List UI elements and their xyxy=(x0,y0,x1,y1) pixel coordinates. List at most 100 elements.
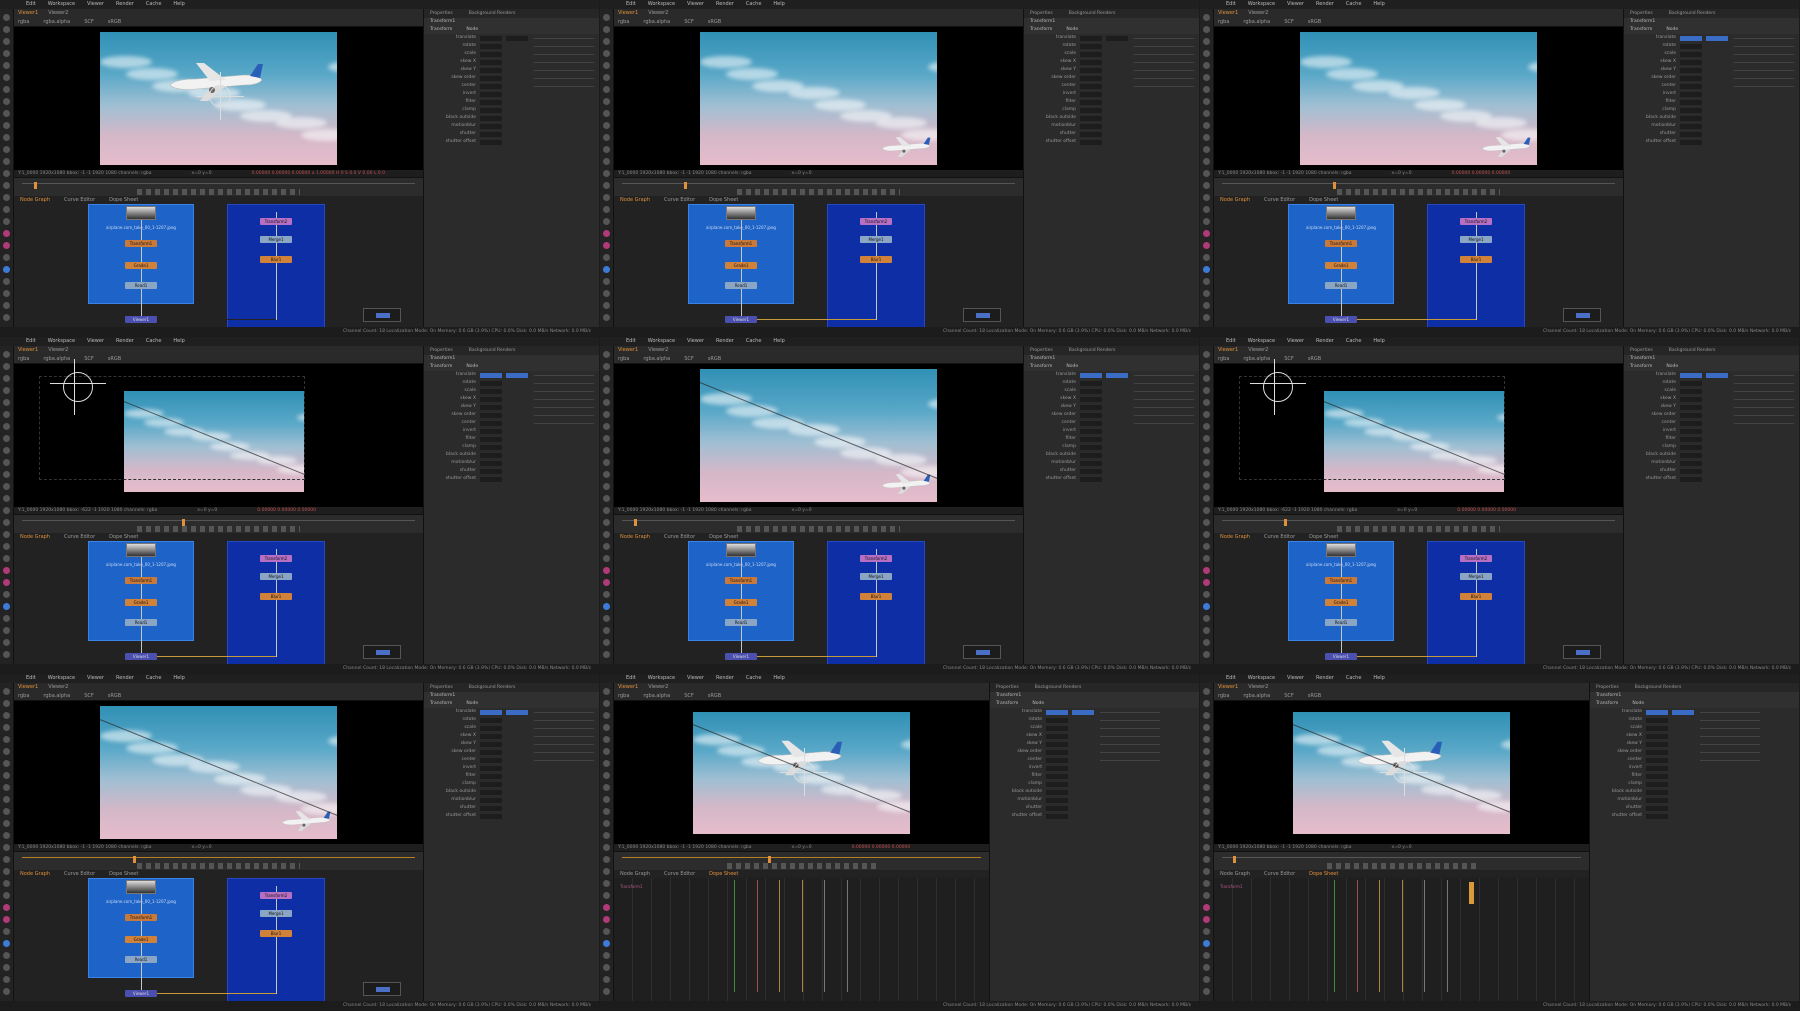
prop-value[interactable] xyxy=(1680,99,1702,105)
tool-icon[interactable] xyxy=(603,627,610,634)
menu-item-render[interactable]: Render xyxy=(116,675,134,681)
prop-value[interactable] xyxy=(1080,412,1102,418)
viewer-zoom-select[interactable]: SCF xyxy=(84,19,94,25)
tool-icon[interactable] xyxy=(1203,134,1210,141)
prop-value[interactable] xyxy=(480,468,502,474)
panel-tab[interactable]: Node Graph xyxy=(1220,197,1250,203)
tool-icon[interactable] xyxy=(1203,302,1210,309)
viewer-layer-select[interactable]: rgba xyxy=(1218,693,1229,699)
prop-value[interactable] xyxy=(1080,380,1102,386)
tool-icon[interactable] xyxy=(603,110,610,117)
tool-icon[interactable] xyxy=(1203,748,1210,755)
viewer-tab[interactable]: Viewer1 xyxy=(618,10,638,16)
prop-value[interactable] xyxy=(1680,91,1702,97)
timeline[interactable] xyxy=(14,514,423,533)
tool-icon[interactable] xyxy=(3,639,10,646)
prop-value[interactable] xyxy=(1680,123,1702,129)
tool-icon[interactable] xyxy=(603,567,610,574)
panel-tab[interactable]: Node Graph xyxy=(620,534,650,540)
prop-value[interactable] xyxy=(1680,35,1702,41)
prop-value-y[interactable] xyxy=(1706,35,1728,41)
tool-icon[interactable] xyxy=(1203,375,1210,382)
tool-icon[interactable] xyxy=(3,26,10,33)
grade-node[interactable]: Grade1 xyxy=(725,262,757,269)
prop-value[interactable] xyxy=(1080,131,1102,137)
prop-slider[interactable] xyxy=(534,743,594,745)
tool-icon[interactable] xyxy=(1203,483,1210,490)
transform1-node[interactable]: Transform1 xyxy=(1325,240,1357,247)
prop-value[interactable] xyxy=(1046,725,1068,731)
tool-icon[interactable] xyxy=(1203,74,1210,81)
tool-icon[interactable] xyxy=(3,435,10,442)
tool-icon[interactable] xyxy=(3,531,10,538)
props-tab[interactable]: Background Renders xyxy=(1669,348,1716,353)
transform1-node[interactable]: Transform1 xyxy=(125,914,157,921)
tool-icon[interactable] xyxy=(603,820,610,827)
prop-value-y[interactable] xyxy=(506,709,528,715)
prop-slider[interactable] xyxy=(534,759,594,761)
viewer[interactable] xyxy=(14,701,423,844)
tool-icon[interactable] xyxy=(1203,820,1210,827)
tool-icon[interactable] xyxy=(1203,194,1210,201)
tool-icon[interactable] xyxy=(1203,880,1210,887)
prop-value[interactable] xyxy=(1046,805,1068,811)
viewer-tab[interactable]: Viewer2 xyxy=(1248,10,1268,16)
prop-value[interactable] xyxy=(1646,765,1668,771)
tool-icon[interactable] xyxy=(1203,724,1210,731)
prop-value-y[interactable] xyxy=(1106,35,1128,41)
tool-icon[interactable] xyxy=(1203,158,1210,165)
timeline-ruler[interactable] xyxy=(22,857,415,858)
props-subtab[interactable]: Transform xyxy=(996,701,1018,706)
prop-value[interactable] xyxy=(480,51,502,57)
tool-icon[interactable] xyxy=(3,808,10,815)
tool-icon[interactable] xyxy=(3,74,10,81)
tool-icon[interactable] xyxy=(603,495,610,502)
tool-icon[interactable] xyxy=(3,988,10,995)
timeline-ruler[interactable] xyxy=(1222,857,1581,858)
prop-value-y[interactable] xyxy=(1672,709,1694,715)
node-graph[interactable]: airplane.com_take_00_1-1207.jpegTransfor… xyxy=(614,541,1023,665)
panel-tab[interactable]: Curve Editor xyxy=(664,871,695,877)
viewer-tab[interactable]: Viewer1 xyxy=(618,347,638,353)
menu-item-cache[interactable]: Cache xyxy=(746,338,762,344)
node-name[interactable]: Transform1 xyxy=(424,692,599,700)
tool-icon[interactable] xyxy=(3,170,10,177)
viewer-channel-select[interactable]: rgba.alpha xyxy=(643,19,670,25)
props-subtab[interactable]: Transform xyxy=(1030,27,1052,32)
tool-icon[interactable] xyxy=(603,928,610,935)
tool-icon[interactable] xyxy=(603,603,610,610)
playhead[interactable] xyxy=(182,519,185,526)
transform-handle[interactable] xyxy=(1250,359,1306,415)
viewer-view-select[interactable]: sRGB xyxy=(108,356,121,362)
tool-icon[interactable] xyxy=(1203,700,1210,707)
prop-value[interactable] xyxy=(480,91,502,97)
panel-tab[interactable]: Node Graph xyxy=(20,534,50,540)
props-subtab[interactable]: Transform xyxy=(1596,701,1618,706)
prop-slider[interactable] xyxy=(534,422,594,424)
keyframe-line[interactable] xyxy=(779,880,780,992)
tool-icon[interactable] xyxy=(3,278,10,285)
prop-value[interactable] xyxy=(1646,789,1668,795)
menu-item-workspace[interactable]: Workspace xyxy=(1248,338,1275,344)
viewer-layer-select[interactable]: rgba xyxy=(18,19,29,25)
prop-value[interactable] xyxy=(480,460,502,466)
playback-controls[interactable] xyxy=(1326,863,1477,869)
viewer-channel-select[interactable]: rgba.alpha xyxy=(1243,356,1270,362)
prop-value[interactable] xyxy=(480,131,502,137)
tool-icon[interactable] xyxy=(1203,531,1210,538)
tool-icon[interactable] xyxy=(1203,110,1210,117)
prop-slider[interactable] xyxy=(534,382,594,384)
tool-icon[interactable] xyxy=(3,302,10,309)
tool-icon[interactable] xyxy=(3,615,10,622)
menu-item-render[interactable]: Render xyxy=(1316,1,1334,7)
tool-icon[interactable] xyxy=(1203,712,1210,719)
viewer-layer-select[interactable]: rgba xyxy=(18,356,29,362)
transform2-node[interactable]: Transform2 xyxy=(260,555,292,562)
props-subtab[interactable]: Node xyxy=(1066,364,1078,369)
prop-value[interactable] xyxy=(1080,67,1102,73)
tool-icon[interactable] xyxy=(603,278,610,285)
menu-item-cache[interactable]: Cache xyxy=(146,338,162,344)
menu-item-help[interactable]: Help xyxy=(1373,675,1384,681)
prop-value[interactable] xyxy=(1680,388,1702,394)
tool-icon[interactable] xyxy=(603,230,610,237)
